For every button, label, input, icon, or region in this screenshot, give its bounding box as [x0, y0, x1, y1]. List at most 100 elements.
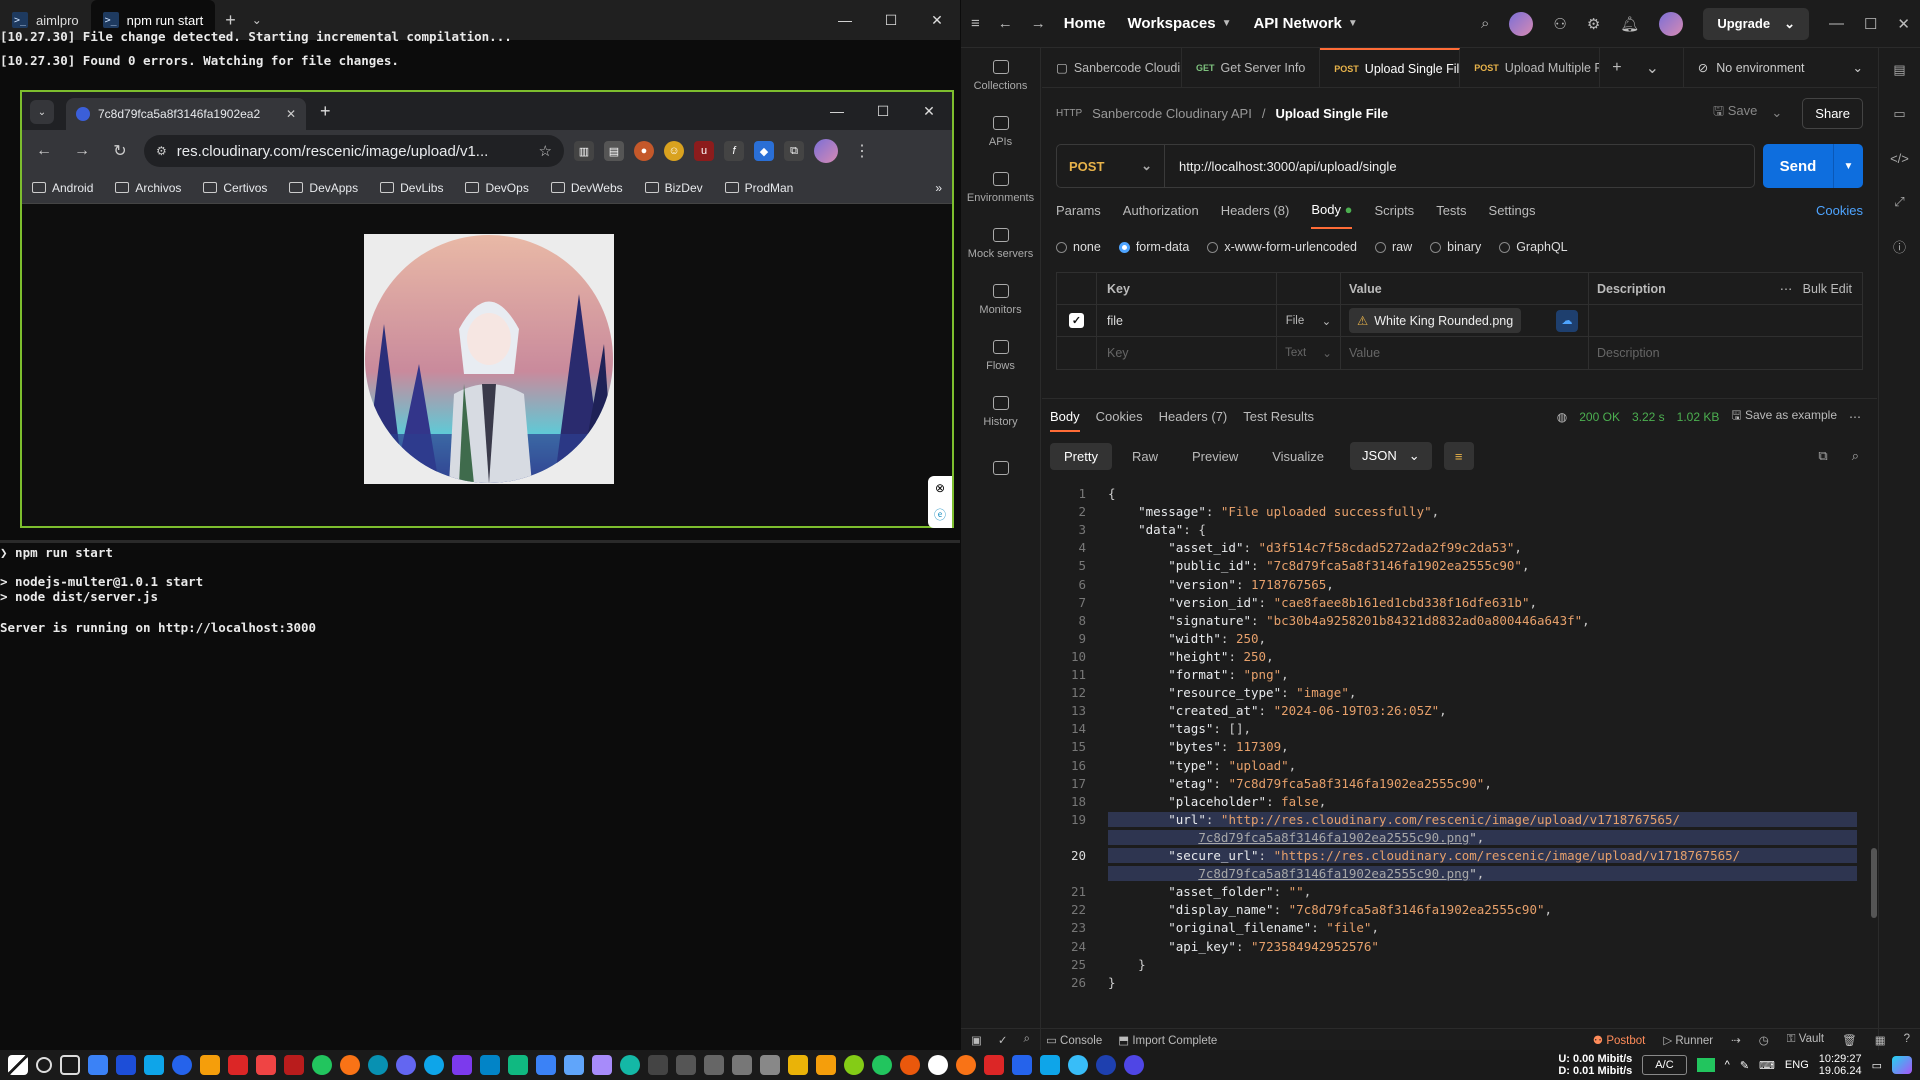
- description-input[interactable]: Description: [1589, 337, 1862, 369]
- sidebar-item-history[interactable]: History: [961, 384, 1040, 440]
- close-tab-icon[interactable]: ✕: [286, 107, 296, 121]
- taskbar-app-icon[interactable]: [900, 1055, 920, 1075]
- documentation-icon[interactable]: ▤: [1879, 48, 1920, 92]
- tab-scripts[interactable]: Scripts: [1374, 203, 1414, 218]
- vscode-insiders-icon[interactable]: [508, 1055, 528, 1075]
- radio-raw[interactable]: raw: [1375, 240, 1412, 254]
- maximize-icon[interactable]: ☐: [868, 0, 914, 40]
- tab-upload-single-file[interactable]: POST Upload Single File: [1320, 47, 1461, 88]
- minimize-icon[interactable]: —: [814, 92, 860, 130]
- method-select[interactable]: POST ⌄: [1057, 145, 1165, 187]
- minimize-icon[interactable]: —: [1829, 15, 1844, 32]
- wrap-lines-icon[interactable]: ≡: [1443, 442, 1474, 470]
- tab-test-results[interactable]: Test Results: [1243, 409, 1314, 424]
- help-icon[interactable]: ?: [1904, 1033, 1910, 1047]
- tab-get-server-info[interactable]: GET Get Server Info: [1182, 47, 1321, 88]
- status-badge[interactable]: 200 OK: [1579, 410, 1620, 424]
- postman-icon[interactable]: [956, 1055, 976, 1075]
- extension-e-icon[interactable]: ⓔ: [934, 506, 946, 523]
- chevron-down-icon[interactable]: ⌄: [1771, 105, 1782, 121]
- environment-selector[interactable]: ⊘ No environment ⌄: [1682, 47, 1877, 88]
- import-status[interactable]: ⬒ Import Complete: [1118, 1033, 1217, 1047]
- taskbar-app-icon[interactable]: [228, 1055, 248, 1075]
- workspaces-menu[interactable]: Workspaces ▼: [1127, 15, 1231, 32]
- taskbar-app-icon[interactable]: [88, 1055, 108, 1075]
- key-input[interactable]: Key: [1097, 337, 1277, 369]
- sidebar-item-collections[interactable]: Collections: [961, 48, 1040, 104]
- spotify-icon[interactable]: [872, 1055, 892, 1075]
- vscode-icon[interactable]: [480, 1055, 500, 1075]
- sidebar-item-apis[interactable]: APIs: [961, 104, 1040, 160]
- sidebar-item-environments[interactable]: Environments: [961, 160, 1040, 216]
- comments-icon[interactable]: ▭: [1879, 92, 1920, 136]
- new-request-tab-icon[interactable]: +: [1600, 59, 1633, 77]
- more-icon[interactable]: ⋯: [1849, 410, 1861, 424]
- close-icon[interactable]: ✕: [1897, 15, 1910, 33]
- url-input[interactable]: http://localhost:3000/api/upload/single: [1165, 159, 1411, 174]
- taskbar-app-icon[interactable]: [788, 1055, 808, 1075]
- chevron-up-icon[interactable]: ^: [1725, 1059, 1730, 1071]
- taskbar-app-icon[interactable]: [144, 1055, 164, 1075]
- terminal-icon[interactable]: [648, 1055, 668, 1075]
- layout-icon[interactable]: ▦: [1875, 1033, 1886, 1047]
- tab-tests[interactable]: Tests: [1436, 203, 1466, 218]
- start-windows-icon[interactable]: [8, 1055, 28, 1075]
- minimize-icon[interactable]: —: [822, 0, 868, 40]
- format-pretty[interactable]: Pretty: [1050, 442, 1112, 470]
- save-button[interactable]: 🖫︎ Save: [1713, 102, 1757, 124]
- taskbar-app-icon[interactable]: [760, 1055, 780, 1075]
- side-extension-panel[interactable]: ⊗ ⓔ: [928, 476, 952, 528]
- close-panel-icon[interactable]: ⊗: [935, 481, 945, 495]
- radio-x-www-form-urlencoded[interactable]: x-www-form-urlencoded: [1207, 240, 1357, 254]
- browser-tab[interactable]: 7c8d79fca5a8f3146fa1902ea2 ✕: [66, 98, 306, 130]
- row-enabled-checkbox[interactable]: ✓: [1069, 313, 1084, 328]
- taskbar-app-icon[interactable]: [536, 1055, 556, 1075]
- forward-icon[interactable]: →: [1031, 15, 1046, 32]
- bookmark-folder[interactable]: Android: [32, 181, 93, 195]
- code-icon[interactable]: </>: [1879, 136, 1920, 180]
- online-status-icon[interactable]: ✓: [998, 1033, 1008, 1047]
- breadcrumb-collection[interactable]: Sanbercode Cloudinary API: [1092, 106, 1252, 121]
- send-button[interactable]: Send ▼: [1763, 144, 1863, 188]
- file-explorer-icon[interactable]: [200, 1055, 220, 1075]
- sidebar-toggle-icon[interactable]: ▣: [971, 1033, 982, 1047]
- taskbar-app-icon[interactable]: [1012, 1055, 1032, 1075]
- taskbar-app-icon[interactable]: [676, 1055, 696, 1075]
- tab-upload-multiple-files[interactable]: POST Upload Multiple Fi: [1460, 47, 1601, 88]
- new-tab-icon[interactable]: +: [320, 101, 331, 122]
- radio-binary[interactable]: binary: [1430, 240, 1481, 254]
- tab-headers[interactable]: Headers (8): [1221, 203, 1290, 218]
- scrollbar[interactable]: [1871, 848, 1877, 918]
- sidebar-item-configure[interactable]: [961, 440, 1040, 496]
- network-speed[interactable]: U: 0.00 Mibit/s D: 0.01 Mibit/s: [1558, 1053, 1632, 1077]
- key-input[interactable]: file: [1097, 305, 1277, 336]
- bulk-edit-button[interactable]: ⋯ Bulk Edit: [1780, 281, 1852, 296]
- radio-form-data[interactable]: form-data: [1118, 240, 1189, 254]
- discord-icon[interactable]: [396, 1055, 416, 1075]
- runner-button[interactable]: ▷ Runner: [1663, 1033, 1713, 1047]
- format-preview[interactable]: Preview: [1178, 443, 1252, 470]
- taskbar-app-icon[interactable]: [620, 1055, 640, 1075]
- proxy-icon[interactable]: ⇢: [1731, 1033, 1741, 1047]
- notifications-bell-icon[interactable]: 🔔︎: [1620, 15, 1639, 33]
- team-avatar[interactable]: [1509, 11, 1534, 36]
- file-pill[interactable]: ⚠ White King Rounded.png: [1349, 308, 1522, 333]
- extension-trash-icon[interactable]: ▥: [574, 141, 594, 161]
- home-link[interactable]: Home: [1064, 15, 1106, 32]
- postbot-button[interactable]: ⚉ Postbot: [1593, 1033, 1646, 1047]
- extension-smile-icon[interactable]: ☺: [664, 141, 684, 161]
- related-collections-icon[interactable]: ⤢: [1879, 180, 1920, 224]
- cloud-upload-icon[interactable]: ☁: [1556, 309, 1578, 332]
- notifications-icon[interactable]: ▭: [1872, 1059, 1882, 1072]
- search-icon[interactable]: ⌕: [1481, 15, 1489, 32]
- response-time[interactable]: 3.22 s: [1632, 410, 1665, 424]
- extensions-puzzle-icon[interactable]: ⧉: [784, 141, 804, 161]
- info-icon[interactable]: ⓘ: [1879, 224, 1920, 268]
- forward-icon[interactable]: →: [68, 142, 96, 160]
- taskbar-app-icon[interactable]: [1068, 1055, 1088, 1075]
- settings-gear-icon[interactable]: ⚙: [1587, 15, 1600, 33]
- address-bar[interactable]: ⚙ res.cloudinary.com/rescenic/image/uplo…: [144, 135, 564, 167]
- bookmark-folder[interactable]: Archivos: [115, 181, 181, 195]
- more-bookmarks-icon[interactable]: »: [935, 181, 942, 195]
- sidebar-item-flows[interactable]: Flows: [961, 328, 1040, 384]
